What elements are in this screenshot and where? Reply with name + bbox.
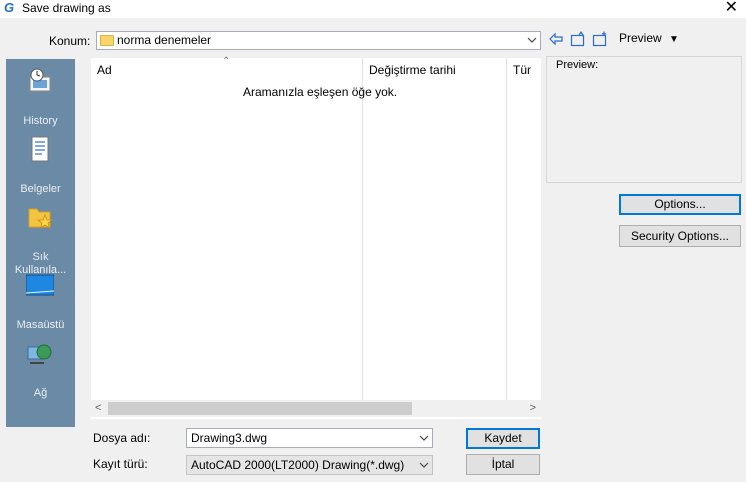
network-icon	[27, 344, 52, 364]
filetype-label: Kayıt türü:	[93, 457, 148, 471]
filename-field[interactable]: Drawing3.dwg	[186, 428, 433, 448]
scroll-thumb[interactable]	[108, 402, 412, 415]
dropdown-triangle-icon: ▼	[669, 34, 679, 45]
preview-label: Preview:	[556, 59, 599, 71]
filetype-value: AutoCAD 2000(LT2000) Drawing(*.dwg)	[191, 458, 405, 472]
new-folder-icon[interactable]	[592, 31, 608, 47]
filetype-select[interactable]: AutoCAD 2000(LT2000) Drawing(*.dwg)	[186, 455, 433, 475]
preview-menu[interactable]: Preview ▼	[619, 31, 679, 47]
filename-value: Drawing3.dwg	[191, 431, 268, 445]
sort-ascending-icon: ⌃	[222, 56, 231, 67]
chevron-down-icon[interactable]	[527, 33, 537, 48]
preview-menu-label: Preview	[619, 31, 662, 45]
up-folder-icon[interactable]	[570, 31, 586, 47]
folder-icon	[100, 35, 114, 46]
column-header-name[interactable]: Ad	[97, 63, 112, 78]
chevron-down-icon[interactable]	[419, 431, 429, 445]
close-icon[interactable]: ✕	[725, 0, 738, 17]
scroll-left-icon[interactable]: <	[95, 401, 101, 416]
location-combo[interactable]: norma denemeler	[96, 31, 541, 50]
cancel-button[interactable]: İptal	[466, 454, 540, 475]
location-label: Konum:	[49, 34, 91, 48]
places-bar: History Belgeler Sık Kullanıla... Masaüs…	[6, 59, 75, 427]
history-icon	[29, 68, 51, 92]
chevron-down-icon[interactable]	[419, 458, 429, 472]
scroll-right-icon[interactable]: >	[530, 401, 536, 416]
documents-icon	[31, 136, 49, 162]
back-arrow-icon[interactable]	[548, 31, 564, 47]
filename-label: Dosya adı:	[93, 431, 151, 445]
column-divider[interactable]	[506, 58, 507, 401]
favorites-icon	[28, 208, 54, 229]
place-label-desktop: Masaüstü	[16, 319, 65, 331]
desktop-icon	[26, 274, 54, 296]
options-button[interactable]: Options...	[619, 194, 741, 215]
security-options-button[interactable]: Security Options...	[619, 225, 741, 247]
column-divider[interactable]	[362, 58, 363, 401]
window-title: Save drawing as	[22, 1, 111, 15]
place-label-network: Ağ	[33, 387, 48, 399]
location-path: norma denemeler	[117, 33, 212, 47]
horizontal-scrollbar[interactable]: < >	[91, 400, 541, 417]
file-list[interactable]: ⌃ Ad Değiştirme tarihi Tür Aramanızla eş…	[91, 56, 541, 419]
title-bar: G Save drawing as ✕	[0, 0, 746, 18]
column-header-type[interactable]: Tür	[513, 63, 531, 78]
column-header-modified[interactable]: Değiştirme tarihi	[369, 63, 456, 78]
preview-pane: Preview:	[546, 56, 742, 183]
place-label-documents: Belgeler	[20, 183, 61, 195]
app-logo-icon: G	[4, 0, 15, 15]
place-label-history: History	[23, 115, 58, 127]
save-button[interactable]: Kaydet	[466, 428, 540, 449]
empty-message: Aramanızla eşleşen öğe yok.	[243, 85, 398, 99]
